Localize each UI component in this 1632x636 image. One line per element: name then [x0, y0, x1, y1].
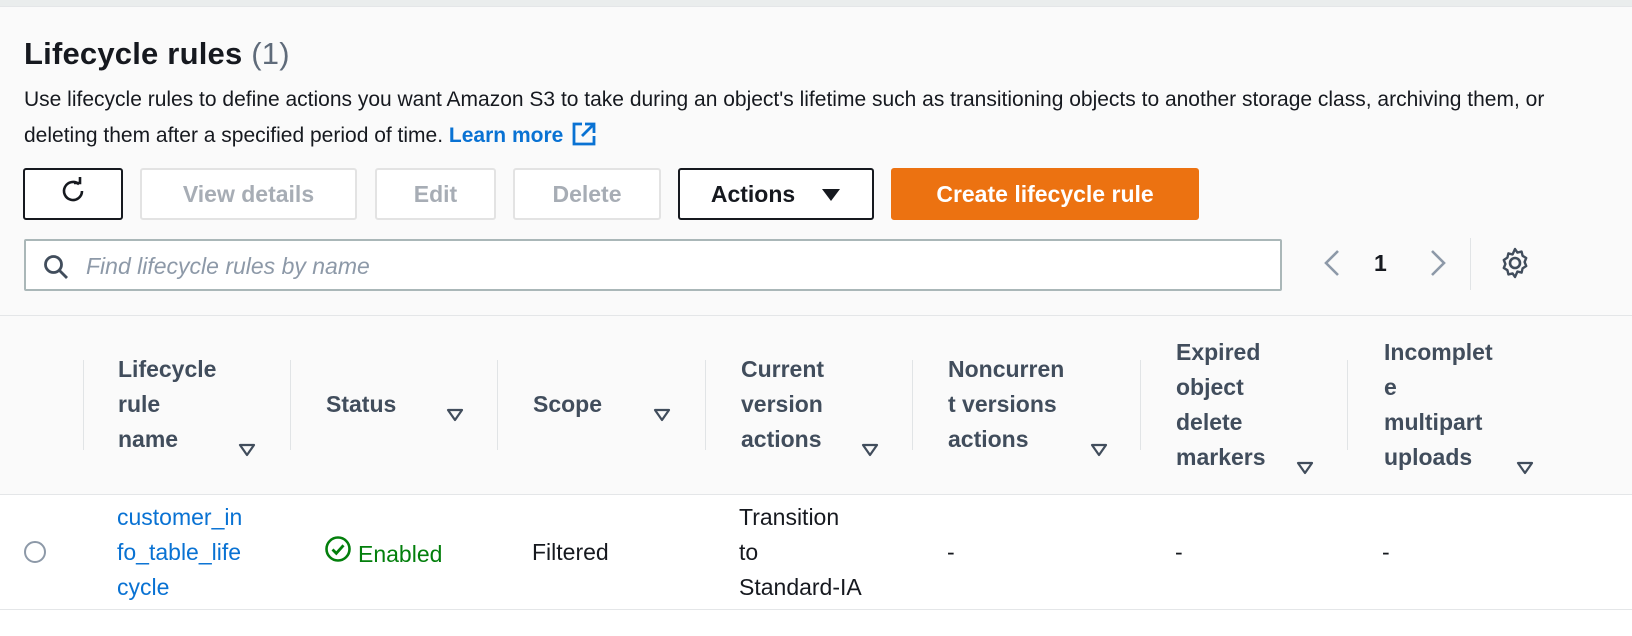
page-title: Lifecycle rules (1): [24, 36, 290, 72]
external-link-icon: [571, 121, 597, 159]
header-line: Current: [741, 356, 825, 382]
status-text: Enabled: [358, 540, 443, 567]
status-badge: Enabled: [324, 535, 442, 573]
header-line: e: [1384, 374, 1397, 400]
row-select-radio[interactable]: [24, 541, 46, 563]
search-box: [24, 239, 1282, 291]
expired-delete-markers-cell: -: [1175, 539, 1183, 565]
search-input[interactable]: [84, 241, 1268, 291]
pager-divider: [1470, 238, 1471, 290]
noncurrent-versions-actions-cell: -: [947, 539, 955, 565]
sort-down-icon: [1296, 450, 1314, 485]
sort-down-icon: [861, 432, 879, 467]
sort-down-icon: [1516, 450, 1534, 485]
cell-line: Standard-IA: [739, 574, 862, 600]
actions-label: Actions: [710, 180, 796, 207]
column-divider: [290, 360, 291, 450]
header-line: Noncurren: [948, 356, 1065, 382]
sort-down-icon: [238, 432, 256, 467]
create-lifecycle-rule-button[interactable]: Create lifecycle rule: [891, 168, 1199, 220]
header-line: actions: [948, 426, 1029, 452]
column-header-incomplete-multipart-uploads[interactable]: Incomplet e multipart uploads: [1384, 335, 1534, 475]
header-line: delete: [1176, 409, 1243, 435]
column-divider: [912, 360, 913, 450]
header-line: markers: [1176, 444, 1266, 470]
table-top-divider: [0, 315, 1632, 316]
rule-name-line: fo_table_life: [117, 539, 242, 565]
header-line: Scope: [533, 391, 603, 417]
column-divider: [497, 360, 498, 450]
column-header-current-version-actions[interactable]: Current version actions: [741, 352, 879, 457]
check-circle-icon: [324, 535, 352, 573]
column-header-expired-delete-markers[interactable]: Expired object delete markers: [1176, 335, 1314, 475]
rule-count: (1): [251, 36, 290, 71]
refresh-icon: [58, 176, 88, 212]
gear-icon[interactable]: [1498, 246, 1532, 285]
header-line: t versions: [948, 391, 1057, 417]
incomplete-multipart-uploads-cell: -: [1382, 539, 1390, 565]
view-details-button[interactable]: View details: [140, 168, 357, 220]
header-line: object: [1176, 374, 1244, 400]
column-header-scope[interactable]: Scope: [533, 387, 671, 422]
column-header-rule-name[interactable]: Lifecycle rule name: [118, 352, 256, 457]
column-header-status[interactable]: Status: [326, 387, 464, 422]
cell-line: Transition: [739, 504, 840, 530]
chevron-right-icon[interactable]: [1424, 248, 1450, 283]
rule-name-line: customer_in: [117, 504, 243, 530]
header-line: multipart: [1384, 409, 1483, 435]
rule-name-link[interactable]: customer_in fo_table_life cycle: [117, 500, 242, 605]
sort-down-icon: [1090, 432, 1108, 467]
current-page-number[interactable]: 1: [1374, 250, 1387, 277]
header-line: Status: [326, 391, 397, 417]
header-line: Expired: [1176, 339, 1261, 365]
header-line: name: [118, 426, 179, 452]
column-divider: [1140, 360, 1141, 450]
actions-dropdown[interactable]: Actions: [678, 168, 874, 220]
rule-name-line: cycle: [117, 574, 170, 600]
header-line: actions: [741, 426, 822, 452]
delete-button[interactable]: Delete: [513, 168, 661, 220]
column-header-noncurrent-versions-actions[interactable]: Noncurren t versions actions: [948, 352, 1108, 457]
column-divider: [1347, 360, 1348, 450]
cell-line: to: [739, 539, 759, 565]
description: Use lifecycle rules to define actions yo…: [24, 82, 1584, 159]
search-icon: [42, 253, 70, 286]
column-divider: [83, 360, 84, 450]
header-line: Lifecycle: [118, 356, 217, 382]
sort-down-icon: [653, 397, 671, 432]
row-divider: [0, 609, 1632, 610]
column-divider: [705, 360, 706, 450]
chevron-left-icon[interactable]: [1320, 248, 1346, 283]
description-text: Use lifecycle rules to define actions yo…: [24, 88, 1545, 147]
learn-more-link[interactable]: Learn more: [448, 122, 597, 147]
learn-more-label: Learn more: [448, 124, 564, 147]
title-text: Lifecycle rules: [24, 36, 243, 71]
header-line: rule: [118, 391, 161, 417]
current-version-actions-cell: Transition to Standard-IA: [739, 500, 862, 605]
header-line: Incomplet: [1384, 339, 1493, 365]
edit-button[interactable]: Edit: [375, 168, 496, 220]
refresh-button[interactable]: [23, 168, 123, 220]
sort-down-icon: [446, 397, 464, 432]
caret-down-icon: [821, 181, 841, 208]
header-line: uploads: [1384, 444, 1473, 470]
scope-cell: Filtered: [532, 539, 609, 565]
header-line: version: [741, 391, 823, 417]
